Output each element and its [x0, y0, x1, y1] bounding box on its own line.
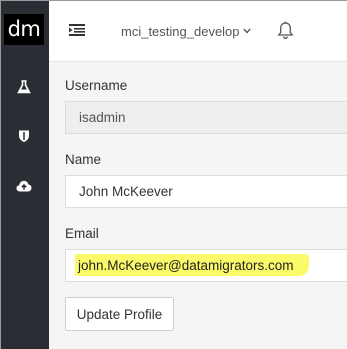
menu-toggle-icon[interactable]: [69, 23, 85, 37]
name-field[interactable]: John McKeever: [65, 175, 347, 208]
update-profile-button[interactable]: Update Profile: [65, 297, 174, 331]
database-selector[interactable]: mci_testing_develop: [121, 23, 251, 39]
app-logo[interactable]: dm: [4, 14, 44, 45]
bell-icon[interactable]: [277, 21, 295, 40]
shield-icon[interactable]: [15, 127, 33, 145]
chevron-down-icon: [242, 26, 251, 36]
cloud-upload-icon[interactable]: [15, 177, 33, 195]
username-field[interactable]: isadmin: [65, 101, 347, 134]
sidebar: dm: [1, 1, 49, 349]
name-label: Name: [65, 152, 102, 167]
username-label: Username: [65, 78, 128, 93]
top-bar: mci_testing_develop: [49, 1, 347, 62]
flask-icon[interactable]: [15, 78, 33, 96]
database-name: mci_testing_develop: [121, 23, 240, 39]
email-value: john.McKeever@datamigrators.com: [78, 258, 294, 273]
email-label: Email: [65, 226, 99, 241]
